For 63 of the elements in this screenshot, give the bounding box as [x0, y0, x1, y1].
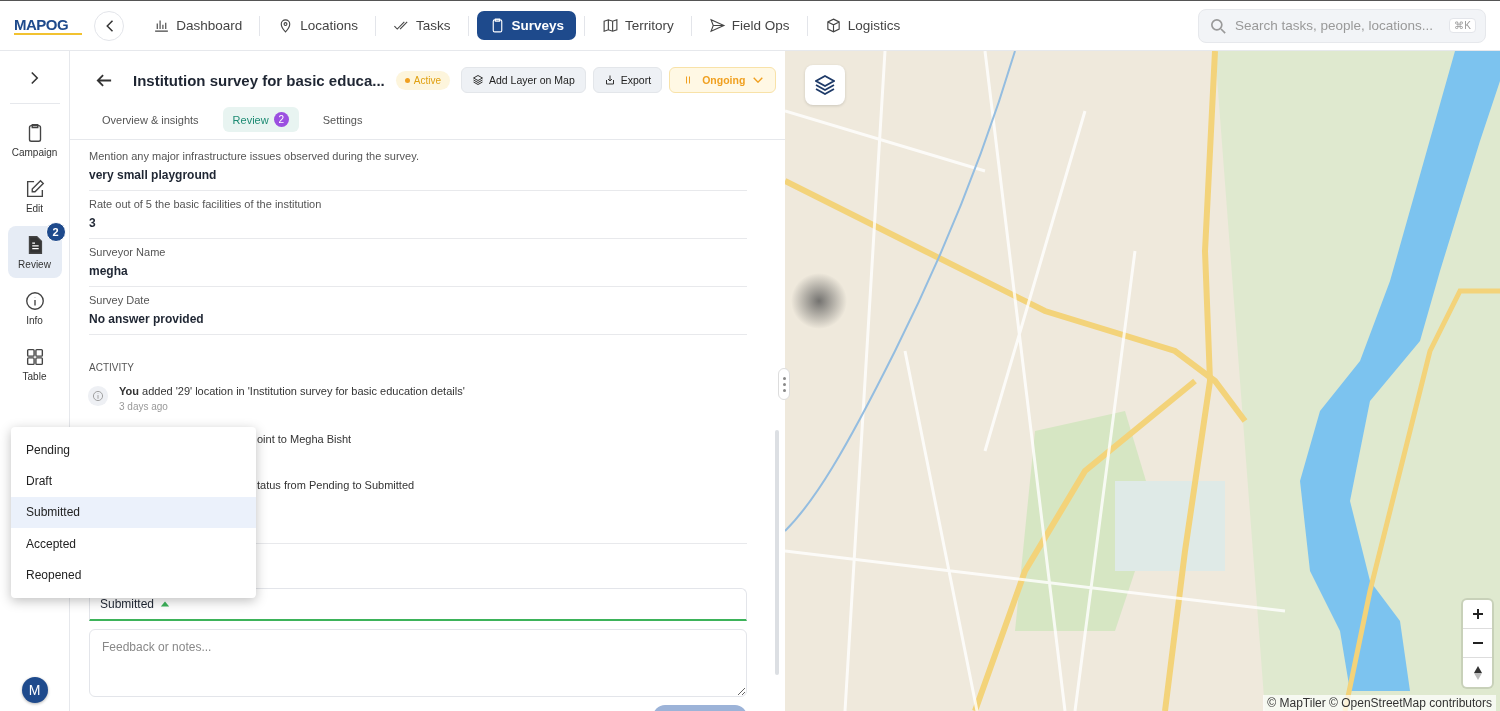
action-button[interactable]: Add Layer on Map [460, 67, 586, 93]
compass-icon [1473, 665, 1482, 680]
layers-icon [815, 75, 835, 95]
count-badge: 2 [45, 222, 66, 242]
chevron-right-icon [30, 70, 39, 85]
tab[interactable]: Overview & insights [92, 107, 209, 132]
map-attribution: © MapTiler © OpenStreetMap contributors [1263, 695, 1496, 711]
answer-text: No answer provided [89, 312, 205, 326]
rail-item[interactable]: Campaign [7, 114, 62, 166]
chevron-down-icon [753, 77, 764, 83]
menu-option[interactable]: Draft [11, 465, 256, 497]
tab[interactable]: Review 2 [222, 107, 299, 132]
survey-title: Institution survey for basic educa... [133, 71, 385, 89]
answer-text: very small playground [89, 168, 218, 182]
scrollbar-thumb[interactable] [775, 430, 779, 675]
nav-tab[interactable]: Tasks [384, 11, 460, 40]
activity-text: You added '29' location in 'Institution survey for basic education details' [119, 385, 465, 397]
count-badge: 2 [273, 112, 289, 127]
chevron-left-icon [104, 18, 114, 33]
nav-tab[interactable]: Territory [593, 11, 683, 40]
answer-text: megha [89, 264, 129, 278]
user-avatar[interactable]: M [21, 677, 48, 703]
search-icon [1211, 18, 1226, 34]
menu-option[interactable]: Submitted [11, 496, 256, 529]
minus-icon [1471, 642, 1484, 644]
activity-text: oint to Megha Bisht [257, 432, 352, 447]
activity-time: 3 days ago [119, 401, 169, 412]
question-label: Surveyor Name [89, 246, 167, 258]
nav-tab[interactable]: Field Ops [699, 11, 799, 40]
section-heading: ACTIVITY [89, 362, 135, 373]
nav-tab[interactable]: Dashboard [144, 11, 252, 40]
layers-icon [471, 74, 484, 86]
info-icon [87, 385, 109, 407]
resize-handle[interactable] [778, 368, 790, 400]
rail-item[interactable]: Table [7, 338, 62, 390]
info-icon [23, 290, 46, 312]
activity-text: tatus from Pending to Submitted [257, 478, 415, 493]
nav-tab[interactable]: Locations [268, 11, 367, 40]
export-icon [603, 74, 616, 86]
action-button[interactable]: Export [592, 67, 663, 93]
logo[interactable]: MAPOG [14, 16, 83, 35]
question-label: Rate out of 5 the basic facilities of the institution [89, 198, 323, 210]
rail-item[interactable]: Edit [7, 170, 62, 222]
question-label: Survey Date [89, 294, 151, 306]
nav-tab[interactable]: Logistics [815, 11, 910, 40]
back-button[interactable] [94, 10, 125, 41]
menu-option[interactable]: Accepted [11, 528, 256, 560]
tab[interactable]: Settings [312, 107, 373, 132]
arrow-left-icon [96, 73, 112, 87]
menu-option[interactable]: Pending [11, 434, 256, 466]
status-badge: Active [395, 70, 450, 90]
question-label: Mention any major infrastructure issues observed during the survey. [89, 150, 420, 162]
paper-plane-icon [708, 17, 726, 34]
folded-map-icon [602, 17, 620, 34]
answer-text: 3 [89, 216, 97, 230]
rail-item[interactable]: Info [7, 282, 62, 334]
plus-icon [1471, 608, 1484, 620]
nav-tab[interactable]: Surveys [476, 11, 577, 40]
menu-option[interactable]: Reopened [11, 559, 256, 591]
back-arrow-button[interactable] [96, 73, 112, 87]
cube-icon [824, 17, 842, 34]
notes-field[interactable]: Feedback or notes... [89, 629, 747, 697]
layers-button[interactable] [805, 65, 845, 105]
